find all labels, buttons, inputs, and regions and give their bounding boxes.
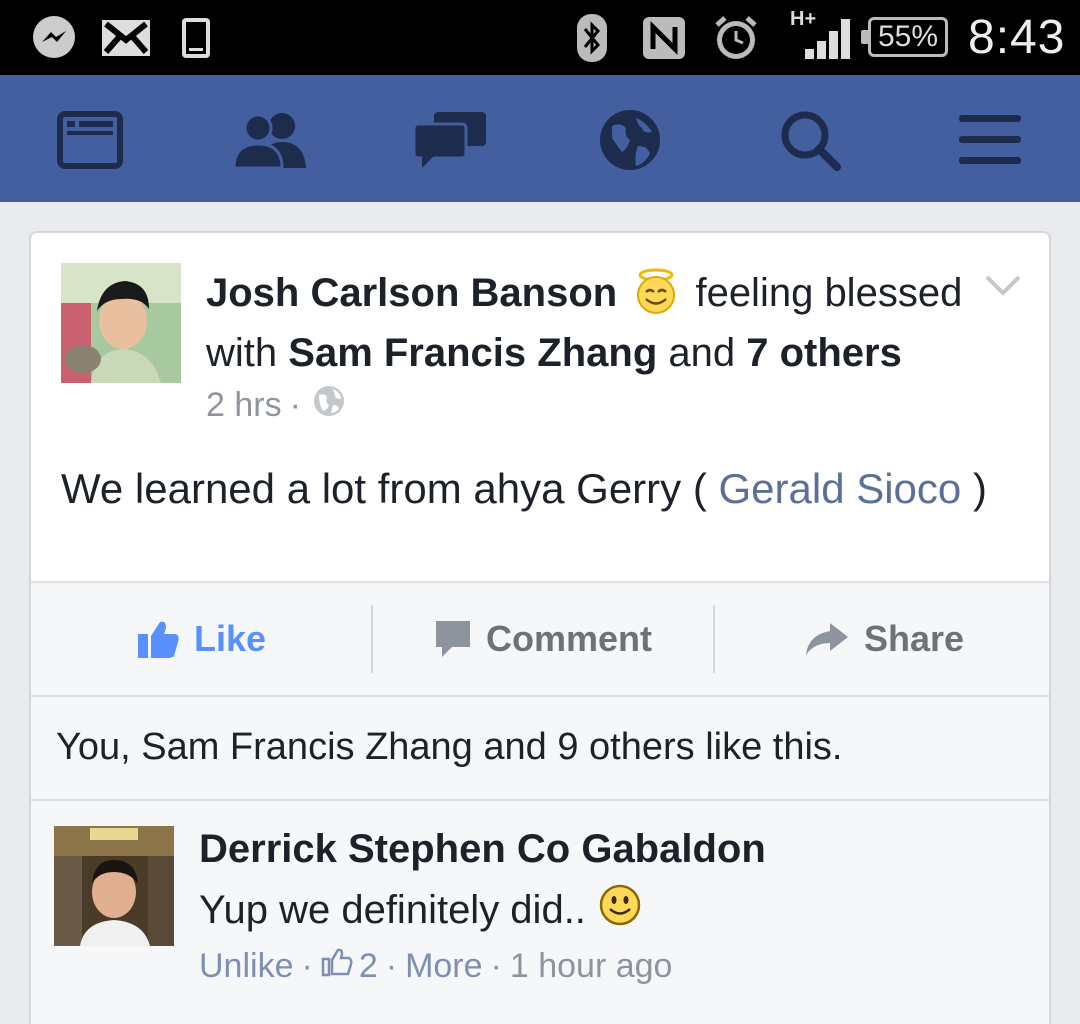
commenter-name[interactable]: Derrick Stephen Co Gabaldon: [199, 827, 766, 872]
more-link[interactable]: More: [405, 947, 482, 986]
mention-link[interactable]: Gerald Sioco: [718, 465, 961, 512]
phone-icon: [180, 12, 212, 64]
with-text: with: [206, 331, 278, 375]
author-avatar[interactable]: [61, 263, 181, 383]
comment-time: 1 hour ago: [509, 947, 673, 985]
share-button[interactable]: Share: [715, 583, 1049, 695]
comment-like-count[interactable]: 2: [359, 947, 378, 986]
mail-icon: [100, 12, 152, 64]
bluetooth-icon: [575, 12, 609, 64]
share-arrow-icon: [805, 623, 848, 655]
unlike-link[interactable]: Unlike: [199, 947, 293, 986]
alarm-icon: [710, 12, 762, 64]
post-card: Josh Carlson Banson feeling blessed with…: [29, 231, 1051, 1024]
like-button[interactable]: Like: [31, 583, 371, 695]
commenter-avatar[interactable]: [54, 826, 174, 946]
feeling-blessed-icon: [632, 268, 680, 327]
meta-separator: ·: [289, 386, 301, 424]
meta-separator: ·: [301, 947, 313, 985]
meta-separator: ·: [385, 947, 398, 985]
nfc-icon: [640, 12, 688, 64]
friends-icon[interactable]: [230, 105, 310, 175]
post-time[interactable]: 2 hrs: [206, 386, 282, 425]
share-label: Share: [863, 618, 965, 659]
comment-item: Derrick Stephen Co Gabaldon Yup we defin…: [31, 801, 1049, 1024]
action-bar: Like Comment Share: [31, 581, 1049, 697]
post-meta: 2 hrs ·: [206, 385, 345, 426]
smile-emoji-icon: [598, 883, 642, 937]
top-nav: [0, 75, 1080, 202]
signal-icon: [800, 12, 852, 64]
comment-icon: [435, 621, 470, 657]
thumbs-up-outline-icon: [321, 947, 353, 986]
feeling-text: feeling blessed: [695, 271, 963, 315]
comment-body: Yup we definitely did..: [199, 883, 642, 937]
author-name[interactable]: Josh Carlson Banson: [206, 271, 617, 315]
meta-separator: ·: [490, 947, 502, 985]
post-text-start: We learned a lot from ahya Gerry (: [61, 465, 707, 512]
post-header: Josh Carlson Banson feeling blessed with…: [206, 267, 986, 379]
chevron-down-icon[interactable]: [983, 273, 1023, 304]
comment-label: Comment: [485, 618, 652, 659]
globe-icon[interactable]: [590, 105, 670, 175]
and-text: and: [668, 331, 736, 375]
comment-button[interactable]: Comment: [373, 583, 713, 695]
menu-icon[interactable]: [950, 105, 1030, 175]
comment-text: Yup we definitely did..: [199, 887, 586, 932]
public-globe-icon: [313, 385, 345, 426]
thumbs-up-icon: [137, 621, 179, 658]
search-icon[interactable]: [770, 105, 850, 175]
clock: 8:43: [968, 11, 1066, 64]
battery-indicator: 55%: [861, 17, 948, 57]
comment-meta: Unlike · 2 · More · 1 hour ago: [199, 947, 672, 986]
post-body: We learned a lot from ahya Gerry ( Geral…: [61, 465, 987, 513]
tagged-others-link[interactable]: 7 others: [746, 331, 902, 375]
messages-icon[interactable]: [410, 105, 490, 175]
post-text-end: ): [972, 465, 987, 512]
like-label: Like: [193, 618, 267, 659]
messenger-icon: [28, 12, 80, 64]
status-bar: H+ 55% 8:43: [0, 0, 1080, 75]
likes-summary[interactable]: You, Sam Francis Zhang and 9 others like…: [31, 697, 1049, 801]
tagged-friend[interactable]: Sam Francis Zhang: [288, 331, 657, 375]
news-feed-icon[interactable]: [50, 105, 130, 175]
